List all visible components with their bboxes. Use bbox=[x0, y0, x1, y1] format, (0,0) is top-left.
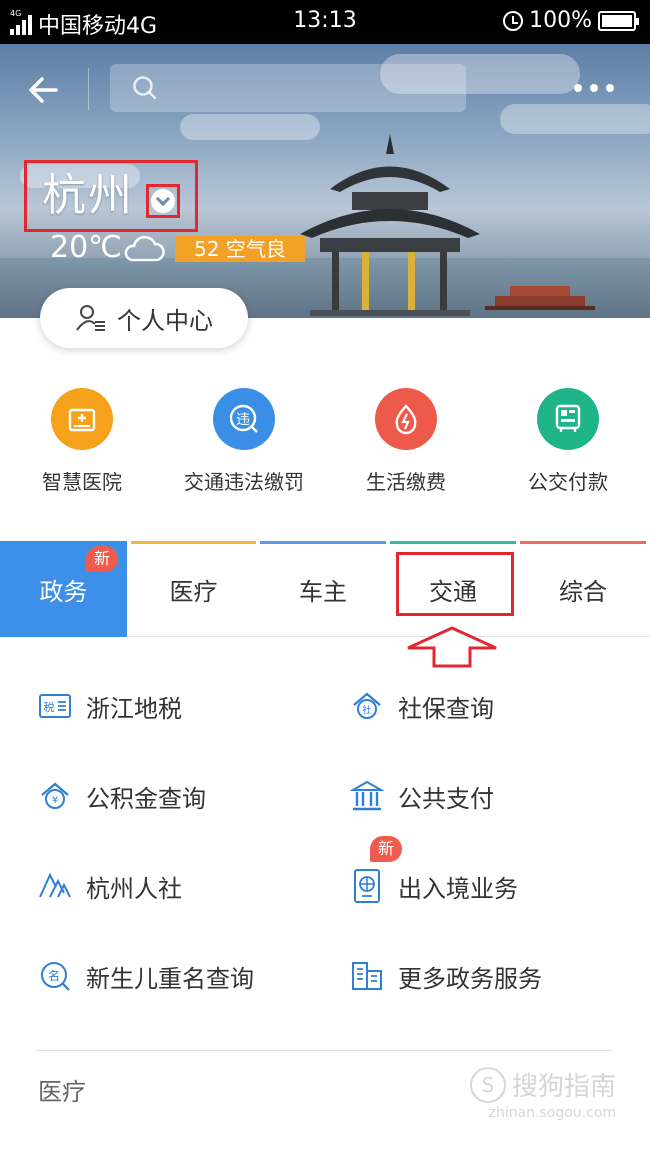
svg-text:违: 违 bbox=[236, 412, 250, 428]
alarm-icon bbox=[503, 10, 524, 31]
new-badge: 新 bbox=[86, 546, 119, 572]
svg-text:社: 社 bbox=[362, 704, 371, 716]
quick-item-violation[interactable]: 违 交通违法缴罚 bbox=[164, 388, 324, 495]
service-item-hr[interactable]: 杭州人社 bbox=[38, 864, 182, 908]
watermark-text: 搜狗指南 bbox=[512, 1072, 617, 1102]
quick-item-bus-pay[interactable]: 公交付款 bbox=[488, 388, 648, 495]
quick-label: 交通违法缴罚 bbox=[184, 470, 304, 494]
service-item-name-query[interactable]: 名 新生儿重名查询 bbox=[38, 954, 254, 998]
service-item-social-security[interactable]: 社 社保查询 bbox=[350, 684, 494, 728]
watermark-url: zhinan.sogou.com bbox=[488, 1105, 617, 1121]
bus-pay-icon bbox=[537, 388, 599, 450]
battery-icon bbox=[598, 10, 639, 31]
svg-text:名: 名 bbox=[48, 968, 60, 983]
service-label: 浙江地税 bbox=[86, 694, 182, 723]
service-label: 杭州人社 bbox=[86, 874, 182, 903]
more-services-icon bbox=[350, 959, 384, 993]
social-security-icon: 社 bbox=[350, 689, 384, 723]
section-divider bbox=[36, 1050, 612, 1051]
chevron-down-icon[interactable] bbox=[151, 189, 175, 213]
up-arrow-annotation bbox=[407, 626, 497, 668]
service-label: 出入境业务 bbox=[398, 874, 518, 903]
status-bar: 4G 中国移动4G 13:13 100% bbox=[0, 0, 650, 44]
battery-percent: 100% bbox=[529, 8, 592, 33]
sogou-logo-icon: S bbox=[470, 1066, 506, 1103]
service-item-more-services[interactable]: 更多政务服务 bbox=[350, 954, 542, 998]
tab-label: 综合 bbox=[559, 577, 607, 606]
temperature: 20℃ bbox=[50, 230, 122, 265]
tab-label: 车主 bbox=[299, 577, 347, 606]
watermark: S 搜狗指南 zhinan.sogou.com bbox=[470, 1066, 616, 1121]
tab-medical[interactable]: 医疗 bbox=[131, 541, 256, 637]
hr-icon bbox=[38, 869, 72, 903]
new-badge: 新 bbox=[370, 836, 403, 862]
personal-center-button[interactable]: 个人中心 bbox=[40, 288, 248, 348]
service-label: 更多政务服务 bbox=[398, 964, 542, 993]
tax-icon: 税 bbox=[38, 689, 72, 723]
status-right: 100% bbox=[503, 8, 639, 33]
svg-text:¥: ¥ bbox=[52, 795, 58, 806]
service-label: 新生儿重名查询 bbox=[86, 964, 254, 993]
hospital-icon bbox=[51, 388, 113, 450]
tab-general[interactable]: 综合 bbox=[520, 541, 646, 637]
name-query-icon: 名 bbox=[38, 959, 72, 993]
tab-label: 政务 bbox=[39, 577, 88, 606]
service-item-tax[interactable]: 税 浙江地税 bbox=[38, 684, 182, 728]
traffic-tab-highlight-box bbox=[396, 552, 514, 616]
service-item-housing-fund[interactable]: ¥ 公积金查询 bbox=[38, 774, 206, 818]
service-item-passport[interactable]: 出入境业务 bbox=[350, 864, 518, 908]
service-item-public-payment[interactable]: 公共支付 bbox=[350, 774, 494, 818]
violation-icon: 违 bbox=[213, 388, 275, 450]
housing-fund-icon: ¥ bbox=[38, 779, 72, 813]
quick-item-utility[interactable]: 生活缴费 bbox=[326, 388, 486, 495]
search-icon bbox=[133, 76, 157, 100]
section-title-medical: 医疗 bbox=[38, 1078, 86, 1106]
quick-label: 公交付款 bbox=[528, 470, 608, 494]
quick-label: 生活缴费 bbox=[366, 470, 446, 494]
service-label: 社保查询 bbox=[398, 694, 494, 723]
svg-text:税: 税 bbox=[44, 700, 55, 714]
quick-item-hospital[interactable]: 智慧医院 bbox=[2, 388, 162, 495]
tab-label: 医疗 bbox=[169, 577, 218, 606]
header-divider bbox=[88, 68, 89, 110]
user-list-icon bbox=[76, 305, 105, 331]
service-label: 公共支付 bbox=[398, 784, 494, 813]
boat-image bbox=[485, 286, 595, 310]
pavilion-image bbox=[300, 134, 480, 316]
city-selector[interactable]: 杭州 bbox=[42, 168, 134, 224]
search-input[interactable] bbox=[110, 64, 466, 112]
passport-icon bbox=[350, 869, 384, 903]
utility-icon bbox=[375, 388, 437, 450]
quick-label: 智慧医院 bbox=[42, 470, 122, 494]
air-quality-badge: 52 空气良 bbox=[175, 236, 305, 262]
public-payment-icon bbox=[350, 779, 384, 813]
cloud-icon bbox=[124, 235, 165, 262]
tab-car-owner[interactable]: 车主 bbox=[260, 541, 386, 637]
service-label: 公积金查询 bbox=[86, 784, 206, 813]
personal-center-label: 个人中心 bbox=[117, 306, 213, 335]
more-menu-icon[interactable] bbox=[574, 78, 624, 98]
back-arrow-icon[interactable] bbox=[26, 72, 62, 108]
